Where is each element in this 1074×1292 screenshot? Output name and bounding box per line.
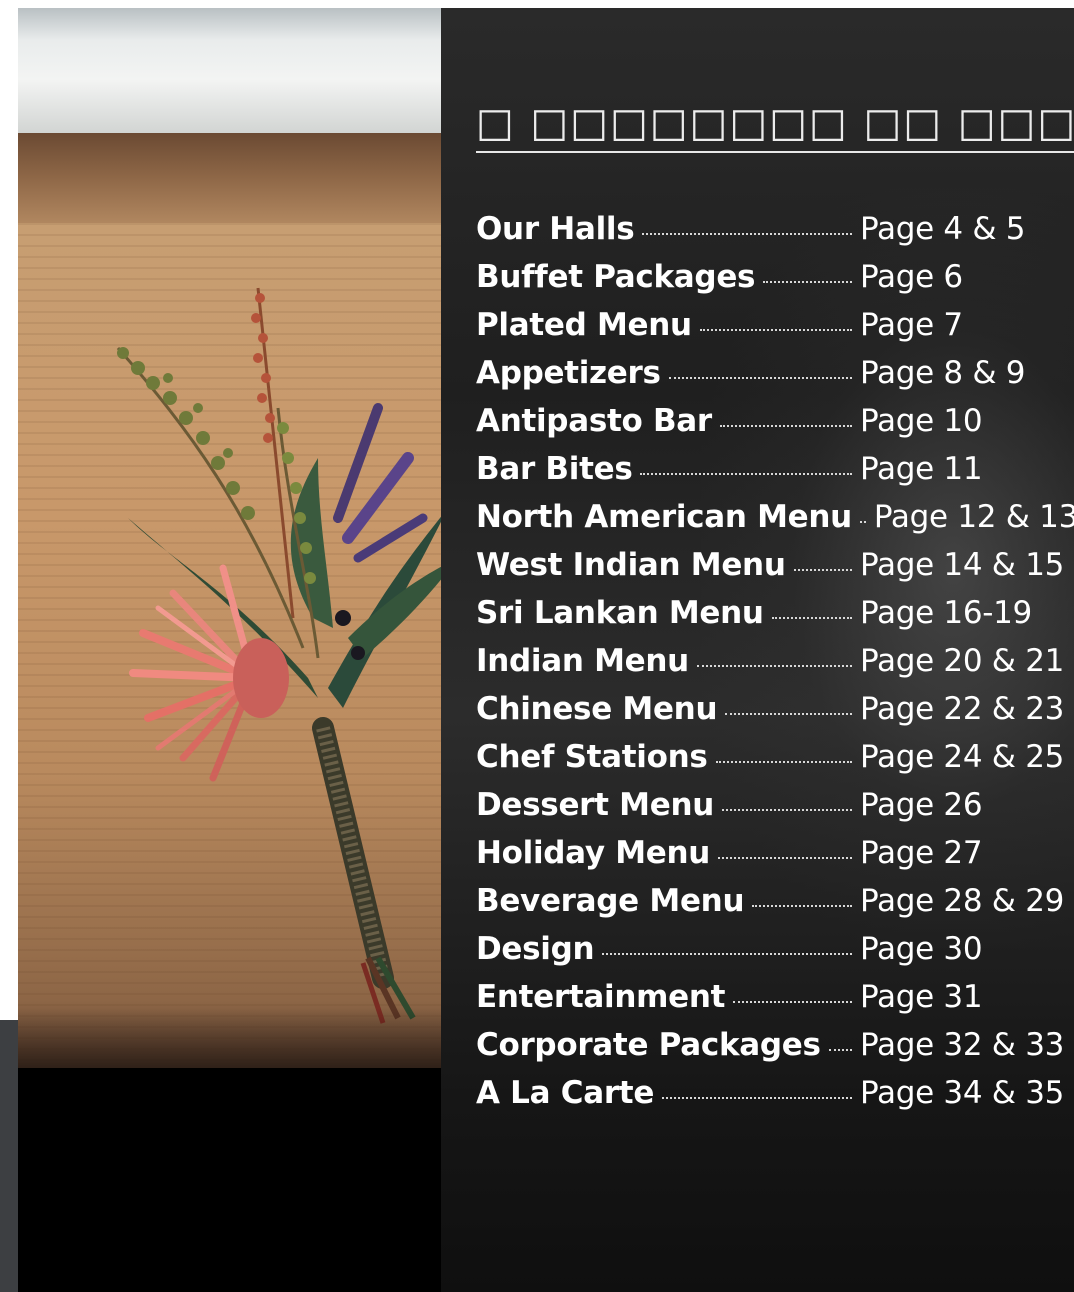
toc-entry-page: Page 30 [860,931,983,967]
contents-heading: □ □□□□□□□□ □□ □□□ □□ [476,101,1074,146]
toc-dot-leader [642,232,852,235]
grey-edge-bar [0,1020,18,1292]
toc-entry-title: Indian Menu [476,643,689,679]
toc-entry-page: Page 34 & 35 [860,1075,1065,1111]
toc-entry[interactable]: Our Halls Page 4 & 5 [476,199,1074,247]
toc-entry-page: Page 8 & 9 [860,355,1026,391]
toc-dot-leader [725,712,852,715]
toc-entry-page: Page 32 & 33 [860,1027,1065,1063]
toc-entry-title: A La Carte [476,1075,655,1111]
toc-dot-leader [668,376,852,379]
toc-dot-leader [733,1000,852,1003]
toc-dot-leader [715,760,852,763]
toc-entry[interactable]: Corporate Packages Page 32 & 33 [476,1015,1074,1063]
toc-entry-title: North American Menu [476,499,852,535]
toc-dot-leader [696,664,852,667]
toc-entry-title: Our Halls [476,211,635,247]
toc-entry-page: Page 20 & 21 [860,643,1065,679]
toc-entry[interactable]: North American Menu Page 12 & 13 [476,487,1074,535]
toc-entry-page: Page 16-19 [860,595,1032,631]
toc-entry-title: Bar Bites [476,451,633,487]
toc-entry-page: Page 28 & 29 [860,883,1065,919]
toc-dot-leader [793,568,852,571]
toc-entry-page: Page 12 & 13 [873,499,1074,535]
toc-entry[interactable]: Dessert Menu Page 26 [476,775,1074,823]
toc-entry[interactable]: Antipasto Bar Page 10 [476,391,1074,439]
toc-entry-page: Page 11 [860,451,983,487]
toc-entry[interactable]: Beverage Menu Page 28 & 29 [476,871,1074,919]
toc-entry[interactable]: Buffet Packages Page 6 [476,247,1074,295]
toc-entry-title: Dessert Menu [476,787,714,823]
photo-ledge [18,133,442,228]
toc-entry-page: Page 27 [860,835,983,871]
toc-entry-title: Holiday Menu [476,835,711,871]
toc-entry[interactable]: Holiday Menu Page 27 [476,823,1074,871]
boutonniere-photo [18,8,442,1292]
toc-entry-page: Page 7 [860,307,963,343]
toc-entry-title: Plated Menu [476,307,692,343]
toc-entry[interactable]: Entertainment Page 31 [476,967,1074,1015]
toc-dot-leader [719,424,852,427]
toc-dot-leader [763,280,852,283]
toc-entry-title: West Indian Menu [476,547,786,583]
toc-entry-title: Corporate Packages [476,1027,821,1063]
toc-entry-title: Chinese Menu [476,691,718,727]
toc-entry[interactable]: Chinese Menu Page 22 & 23 [476,679,1074,727]
photo-wall [18,8,442,138]
toc-entry-title: Beverage Menu [476,883,745,919]
toc-dot-leader [640,472,852,475]
toc-dot-leader [662,1096,852,1099]
toc-entry-page: Page 24 & 25 [860,739,1065,775]
toc-entry-page: Page 6 [860,259,963,295]
toc-entry-page: Page 14 & 15 [860,547,1065,583]
toc-dot-leader [771,616,852,619]
toc-entry-page: Page 10 [860,403,983,439]
toc-entry-title: Entertainment [476,979,726,1015]
flower-bouquet-illustration [116,287,442,1024]
toc-entry[interactable]: A La Carte Page 34 & 35 [476,1063,1074,1111]
toc-entry-title: Buffet Packages [476,259,756,295]
toc-entry-title: Appetizers [476,355,661,391]
toc-entry[interactable]: West Indian Menu Page 14 & 15 [476,535,1074,583]
toc-dot-leader [752,904,852,907]
toc-entry-page: Page 31 [860,979,983,1015]
toc-entry[interactable]: Indian Menu Page 20 & 21 [476,631,1074,679]
toc-dot-leader [722,808,852,811]
toc-entry[interactable]: Design Page 30 [476,919,1074,967]
toc-entry[interactable]: Plated Menu Page 7 [476,295,1074,343]
toc-entry-page: Page 22 & 23 [860,691,1065,727]
toc-entry-title: Chef Stations [476,739,708,775]
toc-entry-title: Design [476,931,595,967]
toc-entry[interactable]: Appetizers Page 8 & 9 [476,343,1074,391]
toc-entry-page: Page 4 & 5 [860,211,1026,247]
toc-entry-title: Sri Lankan Menu [476,595,764,631]
toc-entry-title: Antipasto Bar [476,403,712,439]
toc-entry[interactable]: Chef Stations Page 24 & 25 [476,727,1074,775]
toc-dot-leader [718,856,852,859]
contents-heading-row: □ □□□□□□□□ □□ □□□ □□ [476,101,1074,153]
photo-bottom-fade [18,1008,442,1128]
table-of-contents: Our Halls Page 4 & 5 Buffet Packages Page 6… [476,199,1074,1111]
toc-entry-page: Page 26 [860,787,983,823]
toc-dot-leader [602,952,852,955]
toc-dot-leader [699,328,852,331]
toc-entry[interactable]: Sri Lankan Menu Page 16-19 [476,583,1074,631]
toc-dot-leader [828,1048,852,1051]
toc-entry[interactable]: Bar Bites Page 11 [476,439,1074,487]
